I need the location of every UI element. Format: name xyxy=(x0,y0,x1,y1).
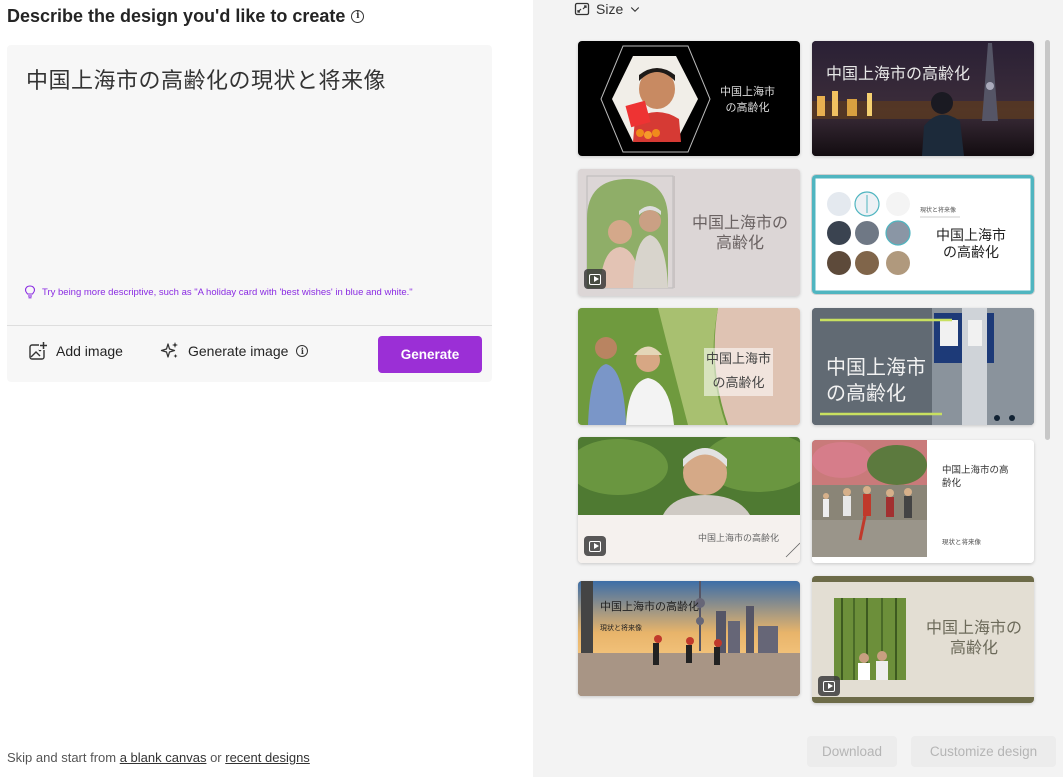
design-card[interactable]: 中国上海市の高齢化 xyxy=(578,437,800,563)
info-icon[interactable]: i xyxy=(351,10,365,23)
design-title: 中国上海市の高齢化 xyxy=(698,534,780,544)
design-title: の高齢化 xyxy=(725,101,770,114)
design-thumbnail xyxy=(578,437,800,563)
prompt-input-box[interactable]: 中国上海市の高齢化の現状と将来像 Try being more descript… xyxy=(7,45,492,382)
footer-links: Skip and start from a blank canvas or re… xyxy=(7,750,310,765)
prompt-tip-text: Try being more descriptive, such as "A h… xyxy=(42,286,413,298)
sparkle-icon xyxy=(160,342,178,358)
design-subtitle: 現状と将来像 xyxy=(920,207,957,214)
chevron-down-icon xyxy=(631,7,640,13)
design-card[interactable]: 中国上海市 の高齢化 xyxy=(578,41,800,156)
generate-button[interactable]: Generate xyxy=(378,336,482,373)
design-title: の高齢化 xyxy=(826,381,906,405)
info-icon[interactable]: i xyxy=(296,345,309,357)
design-card[interactable]: 中国上海市の高齢化 現状と将来像 xyxy=(578,581,800,696)
design-thumbnail xyxy=(812,41,1034,156)
scrollbar[interactable] xyxy=(1045,40,1050,440)
footer-prefix: Skip and start from xyxy=(7,750,120,765)
design-card[interactable]: 中国上海市 の高齢化 xyxy=(578,308,800,425)
design-title: 高齢化 xyxy=(950,638,999,657)
add-image-button[interactable]: Add image xyxy=(28,341,123,361)
design-card[interactable]: 中国上海市の 高齢化 xyxy=(578,169,800,296)
design-title: の高齢化 xyxy=(943,245,999,261)
design-title: 中国上海市の xyxy=(926,618,1023,637)
design-title: 中国上海市の xyxy=(692,213,789,232)
design-card[interactable]: 現状と将来像 中国上海市 の高齢化 xyxy=(812,175,1034,294)
design-title: の高齢化 xyxy=(704,372,774,396)
designs-panel: Size 中国上海市 の高齢化 中国上海市の高齢化 中国上海市の 高齢化 現状と… xyxy=(533,0,1063,777)
design-subtitle: 現状と将来像 xyxy=(942,538,981,546)
design-thumbnail xyxy=(812,440,1034,563)
design-title: 高齢化 xyxy=(716,233,765,252)
blank-canvas-link[interactable]: a blank canvas xyxy=(120,750,207,765)
page-title: Describe the design you'd like to create… xyxy=(7,6,365,27)
design-card[interactable]: 中国上海市の高 齢化 現状と将来像 xyxy=(812,440,1034,563)
generate-image-label: Generate image xyxy=(188,343,289,359)
download-button[interactable]: Download xyxy=(807,736,897,767)
design-card[interactable]: 中国上海市の高齢化 xyxy=(812,41,1034,156)
divider xyxy=(7,325,492,326)
add-image-label: Add image xyxy=(56,343,123,359)
prompt-panel: Describe the design you'd like to create… xyxy=(0,0,533,777)
lightbulb-icon xyxy=(24,285,36,299)
page-title-text: Describe the design you'd like to create xyxy=(7,6,346,26)
design-title: 中国上海市 xyxy=(826,355,926,379)
add-image-icon xyxy=(29,341,48,360)
footer-middle: or xyxy=(206,750,226,765)
design-title: 中国上海市 xyxy=(936,228,1006,244)
design-title: 中国上海市の高 xyxy=(942,465,1009,476)
design-title: 中国上海市 xyxy=(704,348,774,372)
size-label: Size xyxy=(596,1,624,17)
size-dropdown[interactable]: Size xyxy=(574,1,641,17)
design-subtitle: 現状と将来像 xyxy=(600,624,642,632)
recent-designs-link[interactable]: recent designs xyxy=(225,750,310,765)
resize-icon xyxy=(574,2,590,16)
design-title: 中国上海市の高齢化 xyxy=(826,64,971,83)
prompt-tip: Try being more descriptive, such as "A h… xyxy=(24,285,413,299)
video-icon xyxy=(818,676,840,696)
design-title: 齢化 xyxy=(942,478,962,489)
design-title: 中国上海市 xyxy=(720,85,775,98)
design-card[interactable]: 中国上海市の 高齢化 xyxy=(812,576,1034,703)
design-card[interactable]: 中国上海市 の高齢化 xyxy=(812,308,1034,425)
prompt-input[interactable]: 中国上海市の高齢化の現状と将来像 xyxy=(26,63,386,95)
design-title: 中国上海市の高齢化 xyxy=(600,600,699,613)
video-icon xyxy=(584,269,606,289)
video-icon xyxy=(584,536,606,556)
customize-design-button[interactable]: Customize design xyxy=(911,736,1056,767)
generate-image-button[interactable]: Generate image i xyxy=(160,341,309,361)
